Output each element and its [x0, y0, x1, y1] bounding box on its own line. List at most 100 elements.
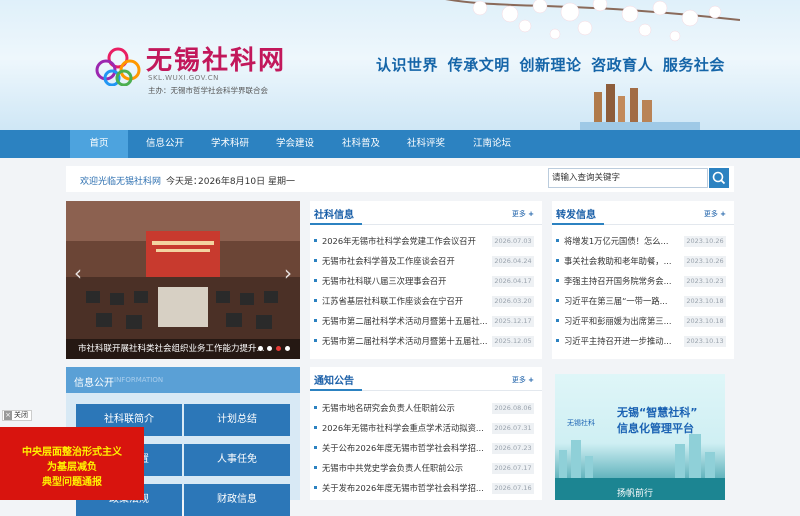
float-ad-banner[interactable]: 中央层面整治形式主义 为基层减负 典型问题通报 [0, 427, 144, 500]
slideshow-photo [66, 201, 300, 359]
ad-line: 为基层减负 [47, 462, 97, 473]
notice-item[interactable]: 关于公布2026年度无锡市哲学社会科学招... 2026.07.23 [310, 438, 542, 458]
news-title[interactable]: 无锡市社会科学普及工作座谈会召开 [322, 255, 492, 267]
more-link[interactable]: 更多 + [512, 209, 534, 219]
panel-header: 通知公告 更多 + [310, 367, 542, 391]
news-title[interactable]: 事关社会救助和老年助餐，... [564, 255, 680, 267]
news-title[interactable]: 将增发1万亿元国债！怎么... [564, 235, 680, 247]
notice-item[interactable]: 2026年无锡市社科学会重点学术活动拟资... 2026.07.31 [310, 418, 542, 438]
more-link[interactable]: 更多 + [704, 209, 726, 219]
notice-item[interactable]: 关于发布2026年度无锡市哲学社会科学招... 2026.07.16 [310, 478, 542, 498]
news-item[interactable]: 无锡市第二届社科学术活动月暨第十五届社... 2025.12.05 [310, 331, 542, 351]
news-title[interactable]: 2026年无锡市社科学会党建工作会议召开 [322, 235, 492, 247]
notice-item[interactable]: 无锡市地名研究会负责人任职前公示 2026.08.06 [310, 398, 542, 418]
slide-indicator[interactable] [285, 346, 290, 351]
search-button[interactable] [709, 168, 729, 188]
plus-icon[interactable]: + [720, 210, 726, 218]
notice-item[interactable]: 无锡市中共党史学会负责人任职前公示 2026.07.17 [310, 458, 542, 478]
smart-social-science-banner[interactable]: 无锡社科 无锡“智慧社科” 信息化管理平台 扬帆前行 [555, 374, 725, 500]
bullet-icon [314, 279, 317, 282]
news-item[interactable]: 李强主持召开国务院常务会... 2023.10.23 [552, 271, 734, 291]
slideshow-prev-button[interactable]: ‹ [70, 259, 86, 287]
plus-icon[interactable]: + [528, 210, 534, 218]
news-title[interactable]: 无锡市社科联八届三次理事会召开 [322, 275, 492, 287]
site-logo-title[interactable]: 无锡社科网 [146, 40, 286, 77]
more-label[interactable]: 更多 [704, 210, 718, 218]
news-title[interactable]: 无锡市第二届社科学术活动月暨第十五届社... [322, 315, 492, 327]
slide-indicator[interactable] [276, 346, 281, 351]
close-icon[interactable]: × [4, 411, 12, 420]
more-link[interactable]: 更多 + [512, 375, 534, 385]
news-title[interactable]: 李强主持召开国务院常务会... [564, 275, 680, 287]
close-label[interactable]: 关闭 [14, 411, 28, 420]
nav-jiangnan-forum[interactable]: 江南论坛 [463, 130, 521, 158]
notice-date: 2026.08.06 [492, 403, 534, 414]
panel-title: 转发信息 [556, 210, 596, 221]
news-title[interactable]: 江苏省基层社科联工作座谈会在宁召开 [322, 295, 492, 307]
news-date: 2026.07.03 [492, 236, 534, 247]
panel-title-underline [310, 389, 362, 391]
news-item[interactable]: 无锡市社会科学普及工作座谈会召开 2026.04.24 [310, 251, 542, 271]
news-item[interactable]: 习近平在第三届“一带一路... 2023.10.18 [552, 291, 734, 311]
site-sponsor: 主办：无锡市哲学社会科学界联合会 [148, 86, 268, 95]
notice-date: 2026.07.16 [492, 483, 534, 494]
panel-title: 信息公开 [74, 378, 114, 389]
news-title[interactable]: 习近平和彭丽媛为出席第三... [564, 315, 680, 327]
slide-indicator[interactable] [267, 346, 272, 351]
news-title[interactable]: 无锡市第二届社科学术活动月暨第十五届社... [322, 335, 492, 347]
site-header: 无锡社科网 SKL.WUXI.GOV.CN 主办：无锡市哲学社会科学界联合会 认… [0, 0, 800, 130]
nav-society-building[interactable]: 学会建设 [266, 130, 324, 158]
site-slogan: 认识世界 传承文明 创新理论 咨政育人 服务社会 [376, 56, 725, 74]
nav-home[interactable]: 首页 [70, 130, 128, 158]
notice-title[interactable]: 2026年无锡市社科学会重点学术活动拟资... [322, 422, 492, 434]
notice-title[interactable]: 关于公布2026年度无锡市哲学社会科学招... [322, 442, 492, 454]
info-button-plans[interactable]: 计划总结 [184, 404, 290, 436]
news-item[interactable]: 习近平和彭丽媛为出席第三... 2023.10.18 [552, 311, 734, 331]
bullet-icon [314, 406, 317, 409]
news-item[interactable]: 事关社会救助和老年助餐，... 2023.10.26 [552, 251, 734, 271]
slideshow-next-button[interactable]: › [280, 259, 296, 287]
news-item[interactable]: 2026年无锡市社科学会党建工作会议召开 2026.07.03 [310, 231, 542, 251]
main-nav: 首页 信息公开 学术科研 学会建设 社科普及 社科评奖 江南论坛 [0, 130, 800, 158]
news-date: 2023.10.18 [684, 316, 726, 327]
news-item[interactable]: 习近平主持召开进一步推动... 2023.10.13 [552, 331, 734, 351]
bullet-icon [556, 339, 559, 342]
nav-info-disclosure[interactable]: 信息公开 [136, 130, 194, 158]
slideshow-caption[interactable]: 市社科联开展社科类社会组织业务工作能力提升... [66, 339, 300, 359]
plus-icon[interactable]: + [528, 376, 534, 384]
logo-icon[interactable] [94, 46, 142, 86]
slide-indicator[interactable] [258, 346, 263, 351]
panel-header: 转发信息 更多 + [552, 201, 734, 225]
float-ad-close-button[interactable]: × 关闭 [2, 410, 32, 421]
notice-date: 2026.07.17 [492, 463, 534, 474]
more-label[interactable]: 更多 [512, 376, 526, 384]
today-label: 今天是： [166, 177, 203, 187]
panel-title: 社科信息 [314, 210, 354, 221]
panel-header: 信息公开 INFORMATION [66, 367, 300, 393]
nav-awards[interactable]: 社科评奖 [397, 130, 455, 158]
news-date: 2026.04.24 [492, 256, 534, 267]
bullet-icon [314, 319, 317, 322]
info-button-finance[interactable]: 财政信息 [184, 484, 290, 516]
nav-academic-research[interactable]: 学术科研 [201, 130, 259, 158]
banner-title-line1: 无锡“智慧社科” [617, 406, 698, 419]
notice-title[interactable]: 无锡市地名研究会负责人任职前公示 [322, 402, 492, 414]
notice-title[interactable]: 关于发布2026年度无锡市哲学社会科学招... [322, 482, 492, 494]
news-date: 2025.12.05 [492, 336, 534, 347]
bullet-icon [314, 466, 317, 469]
news-title[interactable]: 习近平主持召开进一步推动... [564, 335, 680, 347]
notice-date: 2026.07.31 [492, 423, 534, 434]
news-item[interactable]: 将增发1万亿元国债！怎么... 2023.10.26 [552, 231, 734, 251]
more-label[interactable]: 更多 [512, 210, 526, 218]
search-input[interactable] [548, 168, 708, 188]
news-item[interactable]: 江苏省基层社科联工作座谈会在宁召开 2026.03.20 [310, 291, 542, 311]
news-title[interactable]: 习近平在第三届“一带一路... [564, 295, 680, 307]
info-button-personnel[interactable]: 人事任免 [184, 444, 290, 476]
news-date: 2023.10.23 [684, 276, 726, 287]
news-item[interactable]: 无锡市社科联八届三次理事会召开 2026.04.17 [310, 271, 542, 291]
info-bar: 欢迎光临无锡社科网 今天是： 2026年8月10日 星期一 [66, 166, 734, 192]
news-slideshow[interactable]: ‹ › 市社科联开展社科类社会组织业务工作能力提升... [66, 201, 300, 359]
news-item[interactable]: 无锡市第二届社科学术活动月暨第十五届社... 2025.12.17 [310, 311, 542, 331]
nav-popular-science[interactable]: 社科普及 [332, 130, 390, 158]
notice-title[interactable]: 无锡市中共党史学会负责人任职前公示 [322, 462, 492, 474]
